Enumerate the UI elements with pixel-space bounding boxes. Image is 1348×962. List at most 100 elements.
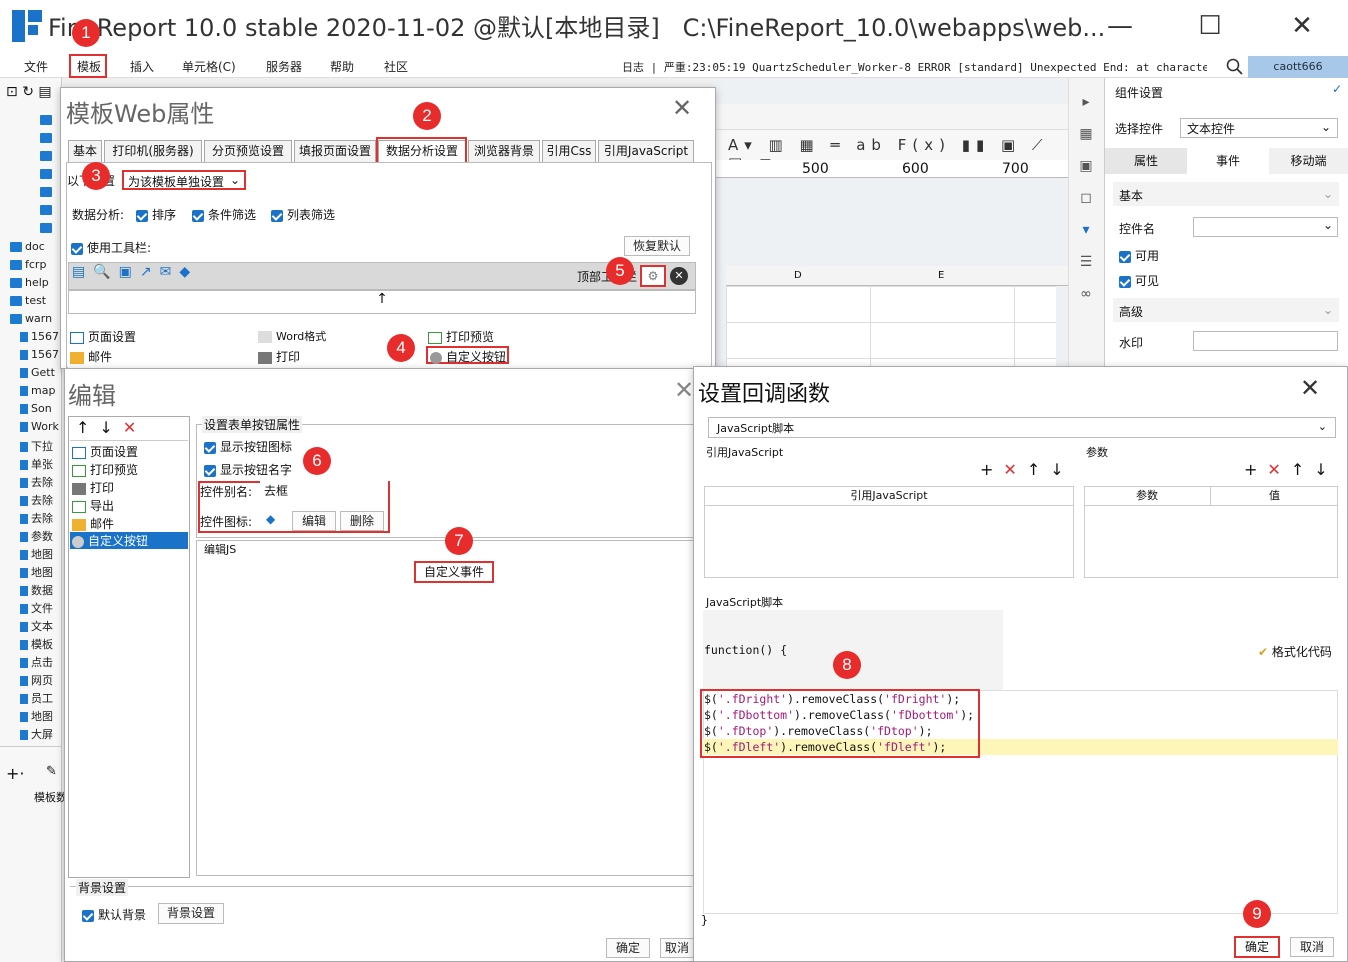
tree-file[interactable]: map xyxy=(4,384,62,402)
tree-folder[interactable]: warn xyxy=(4,312,62,330)
pin-icon[interactable]: ✓ xyxy=(1332,82,1342,96)
close-icon[interactable]: ✕ xyxy=(672,94,692,122)
maximize-icon[interactable]: ☐ xyxy=(1190,8,1230,44)
tree-file[interactable]: 去除 xyxy=(4,474,62,492)
col-param[interactable]: 参数 xyxy=(1084,486,1211,506)
tree-file[interactable]: 模板 xyxy=(4,636,62,654)
edit-cancel-button[interactable]: 取消 xyxy=(660,938,694,958)
condition-icon[interactable]: ▣ xyxy=(1076,150,1096,182)
print-preview-option[interactable]: 打印预览 xyxy=(428,328,494,345)
bg-setting-button[interactable]: 背景设置 xyxy=(158,903,224,924)
delete-icon[interactable]: ✕ xyxy=(1267,460,1290,479)
tree-file[interactable]: 去除 xyxy=(4,492,62,510)
arrow-up-icon[interactable]: ↑ xyxy=(76,418,99,437)
tree-file[interactable]: 文本 xyxy=(4,618,62,636)
event-icon[interactable]: ☰ xyxy=(1076,246,1096,278)
arrow-up-icon[interactable]: ↑ xyxy=(1291,460,1314,479)
tab-fill-page[interactable]: 填报页面设置 xyxy=(294,140,376,162)
mail-option[interactable]: 邮件 xyxy=(70,348,112,365)
tab-javascript[interactable]: 引用JavaScript xyxy=(598,140,694,162)
tree-file[interactable]: 点击 xyxy=(4,654,62,672)
tab-basic[interactable]: 基本 xyxy=(68,140,102,162)
list-filter-checkbox[interactable]: 列表筛选 xyxy=(271,206,335,223)
list-item-print-preview[interactable]: 打印预览 xyxy=(72,461,138,479)
locate-icon[interactable]: ▤ xyxy=(38,84,51,100)
arrow-down-icon[interactable]: ↓ xyxy=(99,418,122,437)
restore-default-button[interactable]: 恢复默认 xyxy=(624,236,690,256)
grid-cells[interactable] xyxy=(726,286,1056,366)
show-icon-checkbox[interactable]: 显示按钮图标 xyxy=(204,438,292,455)
arrow-up-icon[interactable]: ↑ xyxy=(1027,460,1050,479)
setting-mode-select[interactable]: 为该模板单独设置 ⌄ xyxy=(122,170,246,190)
tree-row[interactable] xyxy=(0,220,62,238)
tree-file[interactable]: Work xyxy=(4,420,62,438)
arrow-up-icon[interactable]: ↑ xyxy=(68,290,696,314)
tree-file[interactable]: Gett xyxy=(4,366,62,384)
close-circle-icon[interactable]: ✕ xyxy=(670,267,688,285)
list-item-mail[interactable]: 邮件 xyxy=(72,515,138,533)
menu-help[interactable]: 帮助 xyxy=(330,58,354,75)
close-icon[interactable]: ✕ xyxy=(1300,374,1320,402)
tab-attributes[interactable]: 属性 xyxy=(1105,148,1187,174)
edit-ok-button[interactable]: 确定 xyxy=(606,938,650,958)
user-account[interactable]: caott666 xyxy=(1248,56,1348,78)
tree-file[interactable]: 文件 xyxy=(4,600,62,618)
tree-row[interactable] xyxy=(0,202,62,220)
callback-ok-button[interactable]: 确定 xyxy=(1234,936,1280,958)
script-type-select[interactable]: JavaScript脚本 ⌄ xyxy=(708,417,1336,438)
delete-icon[interactable]: ✕ xyxy=(1003,460,1026,479)
new-folder-icon[interactable]: ⊡ xyxy=(6,84,18,100)
tree-folder[interactable]: help xyxy=(4,276,62,294)
tree-file[interactable]: 下拉 xyxy=(4,438,62,456)
tree-file[interactable]: 参数 xyxy=(4,528,62,546)
delete-icon-button[interactable]: 删除 xyxy=(340,511,384,531)
menu-server[interactable]: 服务器 xyxy=(266,58,302,75)
col-ref-js[interactable]: 引用JavaScript xyxy=(704,486,1074,506)
add-icon[interactable]: + xyxy=(1244,460,1267,479)
alias-input[interactable]: 去框 xyxy=(260,481,388,501)
add-icon[interactable]: + xyxy=(980,460,1003,479)
custom-event-button[interactable]: 自定义事件 xyxy=(414,561,494,583)
col-value[interactable]: 值 xyxy=(1211,486,1338,506)
tree-row[interactable] xyxy=(0,112,62,130)
menu-file[interactable]: 文件 xyxy=(24,58,48,75)
tree-file[interactable]: 地图 xyxy=(4,708,62,726)
watermark-input[interactable] xyxy=(1193,331,1338,351)
list-item-page-setup[interactable]: 页面设置 xyxy=(72,443,138,461)
tree-file[interactable]: 1567 xyxy=(4,348,62,366)
usable-checkbox[interactable]: 可用 xyxy=(1119,247,1159,264)
menu-insert[interactable]: 插入 xyxy=(130,58,154,75)
edit-icon[interactable]: ✎ xyxy=(46,764,57,779)
tree-row[interactable] xyxy=(0,166,62,184)
tree-file[interactable]: 地图 xyxy=(4,564,62,582)
arrow-down-icon[interactable]: ↓ xyxy=(1314,460,1337,479)
tree-file[interactable]: 地图 xyxy=(4,546,62,564)
edit-icon-button[interactable]: 编辑 xyxy=(292,511,336,531)
tree-file[interactable]: Son xyxy=(4,402,62,420)
widget-type-select[interactable]: 文本控件 ⌄ xyxy=(1180,118,1338,138)
arrow-down-icon[interactable]: ↓ xyxy=(1050,460,1073,479)
custom-button-option[interactable]: 自定义按钮 xyxy=(426,346,509,364)
tab-events[interactable]: 事件 xyxy=(1187,148,1269,174)
widget-icon[interactable]: ▾ xyxy=(1076,214,1096,246)
callback-cancel-button[interactable]: 取消 xyxy=(1290,937,1334,957)
tree-row[interactable] xyxy=(0,130,62,148)
tree-file[interactable]: 大屏 xyxy=(4,726,62,744)
section-basic[interactable]: 基本 ⌄ xyxy=(1113,182,1339,206)
list-item-custom-button[interactable]: 自定义按钮 xyxy=(70,532,188,549)
page-setup-option[interactable]: 页面设置 xyxy=(70,328,136,345)
refresh-icon[interactable]: ↻ xyxy=(22,84,34,100)
tree-file[interactable]: 数据 xyxy=(4,582,62,600)
tree-folder[interactable]: doc xyxy=(4,240,62,258)
log-bar[interactable]: 日志 | 严重:23:05:19 QuartzScheduler_Worker-… xyxy=(622,59,1207,75)
format-code-button[interactable]: ✔ 格式化代码 xyxy=(1258,643,1332,660)
tab-css[interactable]: 引用Css xyxy=(542,140,596,162)
link-icon[interactable]: ∞ xyxy=(1076,278,1096,310)
close-icon[interactable]: ✕ xyxy=(674,376,694,404)
menu-cell[interactable]: 单元格(C) xyxy=(182,58,236,75)
delete-icon[interactable]: ✕ xyxy=(123,418,146,437)
print-option[interactable]: 打印 xyxy=(258,348,300,365)
tree-file[interactable]: 单张 xyxy=(4,456,62,474)
menu-community[interactable]: 社区 xyxy=(384,58,408,75)
tree-row[interactable] xyxy=(0,148,62,166)
